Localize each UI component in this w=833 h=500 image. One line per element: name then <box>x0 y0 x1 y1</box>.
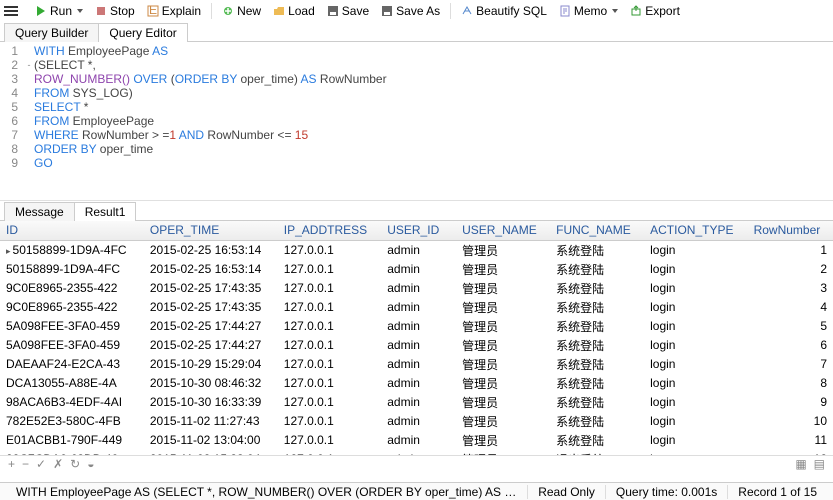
result-grid[interactable]: IDOPER_TIMEIP_ADDTRESSUSER_IDUSER_NAMEFU… <box>0 221 833 455</box>
table-row[interactable]: 9C0E8965-2355-4222015-02-25 17:43:35127.… <box>0 279 833 298</box>
col-header[interactable]: ACTION_TYPE <box>644 221 747 240</box>
table-row[interactable]: DAEAAF24-E2CA-432015-10-29 15:29:04127.0… <box>0 355 833 374</box>
nav-refresh-icon[interactable]: ↻ <box>68 457 82 471</box>
load-label: Load <box>288 4 315 18</box>
explain-button[interactable]: E Explain <box>142 1 206 21</box>
table-row[interactable]: 782E52E3-580C-4FB2015-11-02 11:27:43127.… <box>0 412 833 431</box>
memo-button[interactable]: Memo <box>554 1 623 21</box>
beautify-label: Beautify SQL <box>476 4 547 18</box>
run-label: Run <box>50 4 72 18</box>
table-row[interactable]: 5A098FEE-3FA0-4592015-02-25 17:44:27127.… <box>0 317 833 336</box>
col-header[interactable]: USER_ID <box>381 221 456 240</box>
col-header[interactable]: USER_NAME <box>456 221 550 240</box>
grid-view-icon[interactable]: ▦ <box>793 457 808 471</box>
table-row[interactable]: 50158899-1D9A-4FC2015-02-25 16:53:14127.… <box>0 240 833 260</box>
table-row[interactable]: 9C0E8965-2355-4222015-02-25 17:43:35127.… <box>0 298 833 317</box>
status-sql-preview: WITH EmployeePage AS (SELECT *, ROW_NUMB… <box>6 485 527 499</box>
col-header[interactable]: IP_ADDTRESS <box>278 221 381 240</box>
separator <box>450 3 451 19</box>
main-toolbar: Run Stop EExplain New Load Save Save As … <box>0 0 833 22</box>
col-header[interactable]: ID <box>0 221 144 240</box>
col-header[interactable]: RowNumber <box>748 221 833 240</box>
col-header[interactable]: FUNC_NAME <box>550 221 644 240</box>
nav-check-icon[interactable]: ✓ <box>34 457 48 471</box>
table-row[interactable]: 50158899-1D9A-4FC2015-02-25 16:53:14127.… <box>0 260 833 279</box>
export-button[interactable]: Export <box>625 1 685 21</box>
status-record: Record 1 of 15 <box>727 485 827 499</box>
nav-add-icon[interactable]: + <box>6 457 17 471</box>
dropdown-icon <box>612 9 618 13</box>
sql-editor[interactable]: 1WITH EmployeePage AS2-(SELECT *,3ROW_NU… <box>0 42 833 200</box>
beautify-button[interactable]: Beautify SQL <box>456 1 552 21</box>
save-label: Save <box>342 4 369 18</box>
form-view-icon[interactable]: ▤ <box>812 457 827 471</box>
memo-label: Memo <box>574 4 607 18</box>
tab-query-builder[interactable]: Query Builder <box>4 23 99 42</box>
tab-result1[interactable]: Result1 <box>74 202 137 221</box>
load-button[interactable]: Load <box>268 1 320 21</box>
save-as-label: Save As <box>396 4 440 18</box>
nav-delete-icon[interactable]: − <box>20 457 31 471</box>
export-label: Export <box>645 4 680 18</box>
new-button[interactable]: New <box>217 1 266 21</box>
new-label: New <box>237 4 261 18</box>
nav-filter-icon[interactable]: ◒ <box>85 457 96 471</box>
table-row[interactable]: DCA13055-A88E-4A2015-10-30 08:46:32127.0… <box>0 374 833 393</box>
explain-label: Explain <box>162 4 201 18</box>
table-row[interactable]: 5A098FEE-3FA0-4592015-02-25 17:44:27127.… <box>0 336 833 355</box>
record-navigator: + − ✓ ✗ ↻ ◒ ▦ ▤ <box>0 455 833 471</box>
status-query-time: Query time: 0.001s <box>605 485 727 499</box>
separator <box>211 3 212 19</box>
run-button[interactable]: Run <box>30 1 88 21</box>
svg-text:E: E <box>149 5 157 17</box>
col-header[interactable]: OPER_TIME <box>144 221 278 240</box>
tab-query-editor[interactable]: Query Editor <box>98 23 187 42</box>
status-readonly: Read Only <box>527 485 605 499</box>
tab-message[interactable]: Message <box>4 202 75 221</box>
save-as-button[interactable]: Save As <box>376 1 445 21</box>
save-button[interactable]: Save <box>322 1 374 21</box>
stop-label: Stop <box>110 4 135 18</box>
dropdown-icon <box>77 9 83 13</box>
stop-button[interactable]: Stop <box>90 1 140 21</box>
editor-tabs: Query Builder Query Editor <box>0 22 833 42</box>
nav-cancel-icon[interactable]: ✗ <box>51 457 65 471</box>
result-table: IDOPER_TIMEIP_ADDTRESSUSER_IDUSER_NAMEFU… <box>0 221 833 455</box>
table-row[interactable]: 98ACA6B3-4EDF-4AI2015-10-30 16:33:39127.… <box>0 393 833 412</box>
hamburger-menu-icon[interactable] <box>4 2 22 20</box>
status-bar: WITH EmployeePage AS (SELECT *, ROW_NUMB… <box>0 482 833 500</box>
result-tabs: Message Result1 <box>0 200 833 221</box>
table-row[interactable]: E01ACBB1-790F-4492015-11-02 13:04:00127.… <box>0 431 833 450</box>
